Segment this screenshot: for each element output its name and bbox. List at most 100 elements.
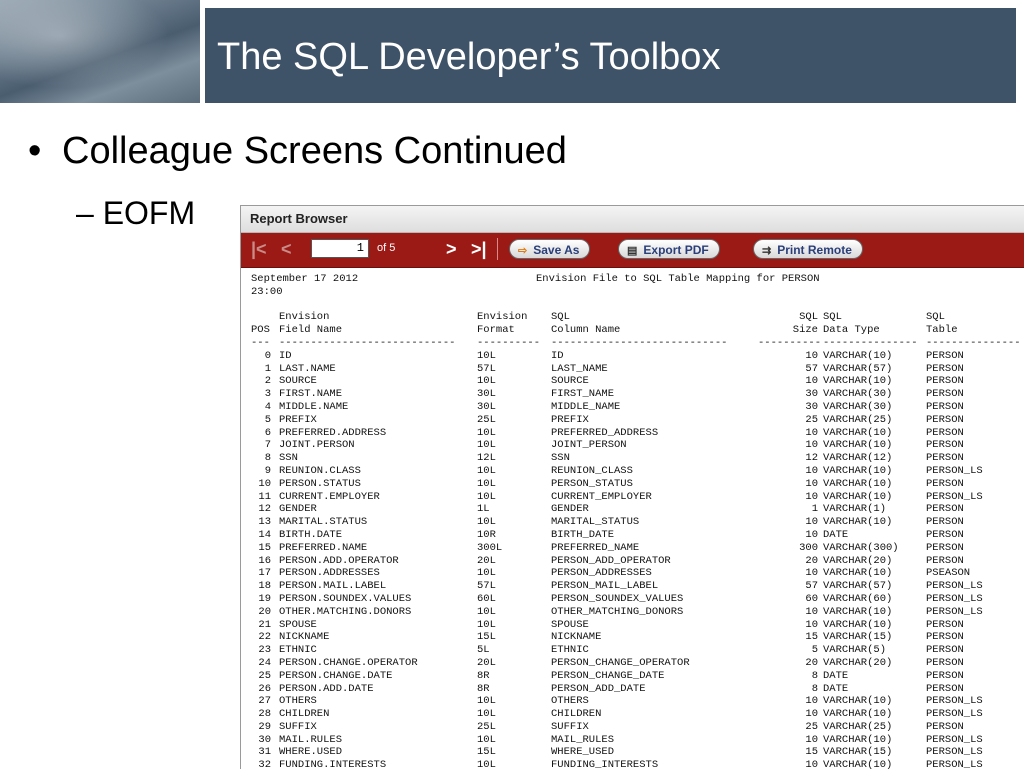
next-page-icon[interactable]: > [446, 239, 457, 259]
row-format: 30L [477, 388, 496, 401]
row-format: 10L [477, 375, 496, 388]
header-pos: POS [251, 324, 270, 337]
row-pos: 18 [258, 580, 271, 593]
row-size: 10 [805, 605, 818, 618]
report-date: September 17 2012 [251, 273, 359, 285]
print-remote-button[interactable]: ⇉ Print Remote [753, 239, 863, 259]
row-pos: 2 [264, 375, 271, 388]
row-size: 10 [805, 528, 818, 541]
column-header-row-1: Envision Envision SQL SQL SQL SQL [251, 311, 1024, 324]
row-table: PERSON [926, 528, 964, 541]
row-field-name: LAST.NAME [279, 362, 336, 375]
row-data-type: VARCHAR(15) [823, 746, 893, 759]
export-icon: ▤ [627, 245, 638, 257]
row-field-name: PERSON.MAIL.LABEL [279, 580, 387, 593]
row-pos: 0 [264, 349, 271, 362]
row-table: PERSON [926, 656, 964, 669]
window-title: Report Browser [241, 206, 1024, 233]
row-size: 20 [805, 656, 818, 669]
header-envision-2: Envision [477, 311, 528, 324]
row-data-type: VARCHAR(300) [823, 541, 899, 554]
table-row: 14 BIRTH.DATE 10R BIRTH_DATE 10 DATE PERSON [251, 529, 1024, 542]
row-table: PSEASON [926, 567, 971, 580]
report-browser-window: Report Browser |< < 1 of 5 > >| ⇨ Save As… [240, 205, 1024, 769]
table-row: 21 SPOUSE 10L SPOUSE 10 VARCHAR(10) PERSON [251, 619, 1024, 632]
row-format: 20L [477, 656, 496, 669]
row-size: 20 [805, 554, 818, 567]
row-size: 8 [811, 669, 818, 682]
first-page-icon[interactable]: |< [251, 239, 267, 259]
last-page-icon[interactable]: >| [471, 239, 487, 259]
row-pos: 6 [264, 426, 271, 439]
row-column-name: FIRST_NAME [551, 388, 615, 401]
row-size: 60 [805, 592, 818, 605]
row-pos: 24 [258, 656, 271, 669]
header-sql-3: SQL [823, 311, 842, 324]
row-column-name: ETHNIC [551, 644, 589, 657]
page-count-label: of 5 [377, 242, 396, 254]
row-pos: 23 [258, 644, 271, 657]
table-row: 19 PERSON.SOUNDEX.VALUES 60L PERSON_SOUNDEX… [251, 593, 1024, 606]
row-size: 5 [811, 644, 818, 657]
row-size: 10 [805, 439, 818, 452]
row-field-name: BIRTH.DATE [279, 528, 343, 541]
table-row: 29 SUFFIX 25L SUFFIX 25 VARCHAR(25) PERSON [251, 721, 1024, 734]
row-data-type: VARCHAR(10) [823, 733, 893, 746]
print-remote-label: Print Remote [777, 243, 852, 257]
row-size: 10 [805, 695, 818, 708]
row-format: 60L [477, 592, 496, 605]
header-sql-4: SQL [926, 311, 945, 324]
row-data-type: VARCHAR(30) [823, 400, 893, 413]
row-table: PERSON [926, 452, 964, 465]
sub-bullet-eofm: – EOFM [76, 195, 196, 231]
row-size: 10 [805, 733, 818, 746]
row-data-type: VARCHAR(10) [823, 349, 893, 362]
table-row: 25 PERSON.CHANGE.DATE 8R PERSON_CHANGE_DATE… [251, 670, 1024, 683]
row-pos: 17 [258, 567, 271, 580]
row-format: 10L [477, 426, 496, 439]
row-field-name: SOURCE [279, 375, 317, 388]
export-pdf-button[interactable]: ▤ Export PDF [618, 239, 720, 259]
row-column-name: SPOUSE [551, 618, 589, 631]
row-pos: 28 [258, 708, 271, 721]
row-data-type: VARCHAR(10) [823, 426, 893, 439]
save-icon: ⇨ [518, 245, 528, 257]
row-pos: 15 [258, 541, 271, 554]
row-column-name: SOURCE [551, 375, 589, 388]
row-data-type: VARCHAR(10) [823, 490, 893, 503]
row-data-type: VARCHAR(1) [823, 503, 887, 516]
row-format: 20L [477, 554, 496, 567]
row-size: 15 [805, 631, 818, 644]
row-column-name: WHERE_USED [551, 746, 615, 759]
row-table: PERSON [926, 644, 964, 657]
table-row: 27 OTHERS 10L OTHERS 10 VARCHAR(10) PERSON_LS [251, 695, 1024, 708]
page-number-input[interactable]: 1 [311, 239, 369, 258]
header-envision-1: Envision [279, 311, 330, 324]
row-column-name: MARITAL_STATUS [551, 516, 640, 529]
save-as-button[interactable]: ⇨ Save As [509, 239, 591, 259]
row-pos: 14 [258, 528, 271, 541]
row-size: 10 [805, 708, 818, 721]
row-field-name: CHILDREN [279, 708, 330, 721]
row-pos: 10 [258, 477, 271, 490]
bullet-dot-icon: • [28, 130, 42, 172]
row-column-name: PREFERRED_ADDRESS [551, 426, 659, 439]
prev-page-icon[interactable]: < [281, 239, 292, 259]
row-size: 25 [805, 413, 818, 426]
row-table: PERSON_LS [926, 592, 983, 605]
row-field-name: MARITAL.STATUS [279, 516, 368, 529]
row-field-name: MIDDLE.NAME [279, 400, 349, 413]
row-field-name: PERSON.ADDRESSES [279, 567, 380, 580]
row-format: 10L [477, 477, 496, 490]
export-pdf-label: Export PDF [643, 243, 709, 257]
row-column-name: CHILDREN [551, 708, 602, 721]
row-column-name: PREFERRED_NAME [551, 541, 640, 554]
row-data-type: VARCHAR(10) [823, 708, 893, 721]
row-field-name: PREFERRED.NAME [279, 541, 368, 554]
table-row: 15 PREFERRED.NAME 300L PREFERRED_NAME 300 VAR… [251, 542, 1024, 555]
table-row: 20 OTHER.MATCHING.DONORS 10L OTHER_MATCHING… [251, 606, 1024, 619]
table-row: 26 PERSON.ADD.DATE 8R PERSON_ADD_DATE 8 DATE P… [251, 683, 1024, 696]
row-format: 10L [477, 516, 496, 529]
row-data-type: VARCHAR(5) [823, 644, 887, 657]
table-row: 11 CURRENT.EMPLOYER 10L CURRENT_EMPLOYER 10 V… [251, 491, 1024, 504]
